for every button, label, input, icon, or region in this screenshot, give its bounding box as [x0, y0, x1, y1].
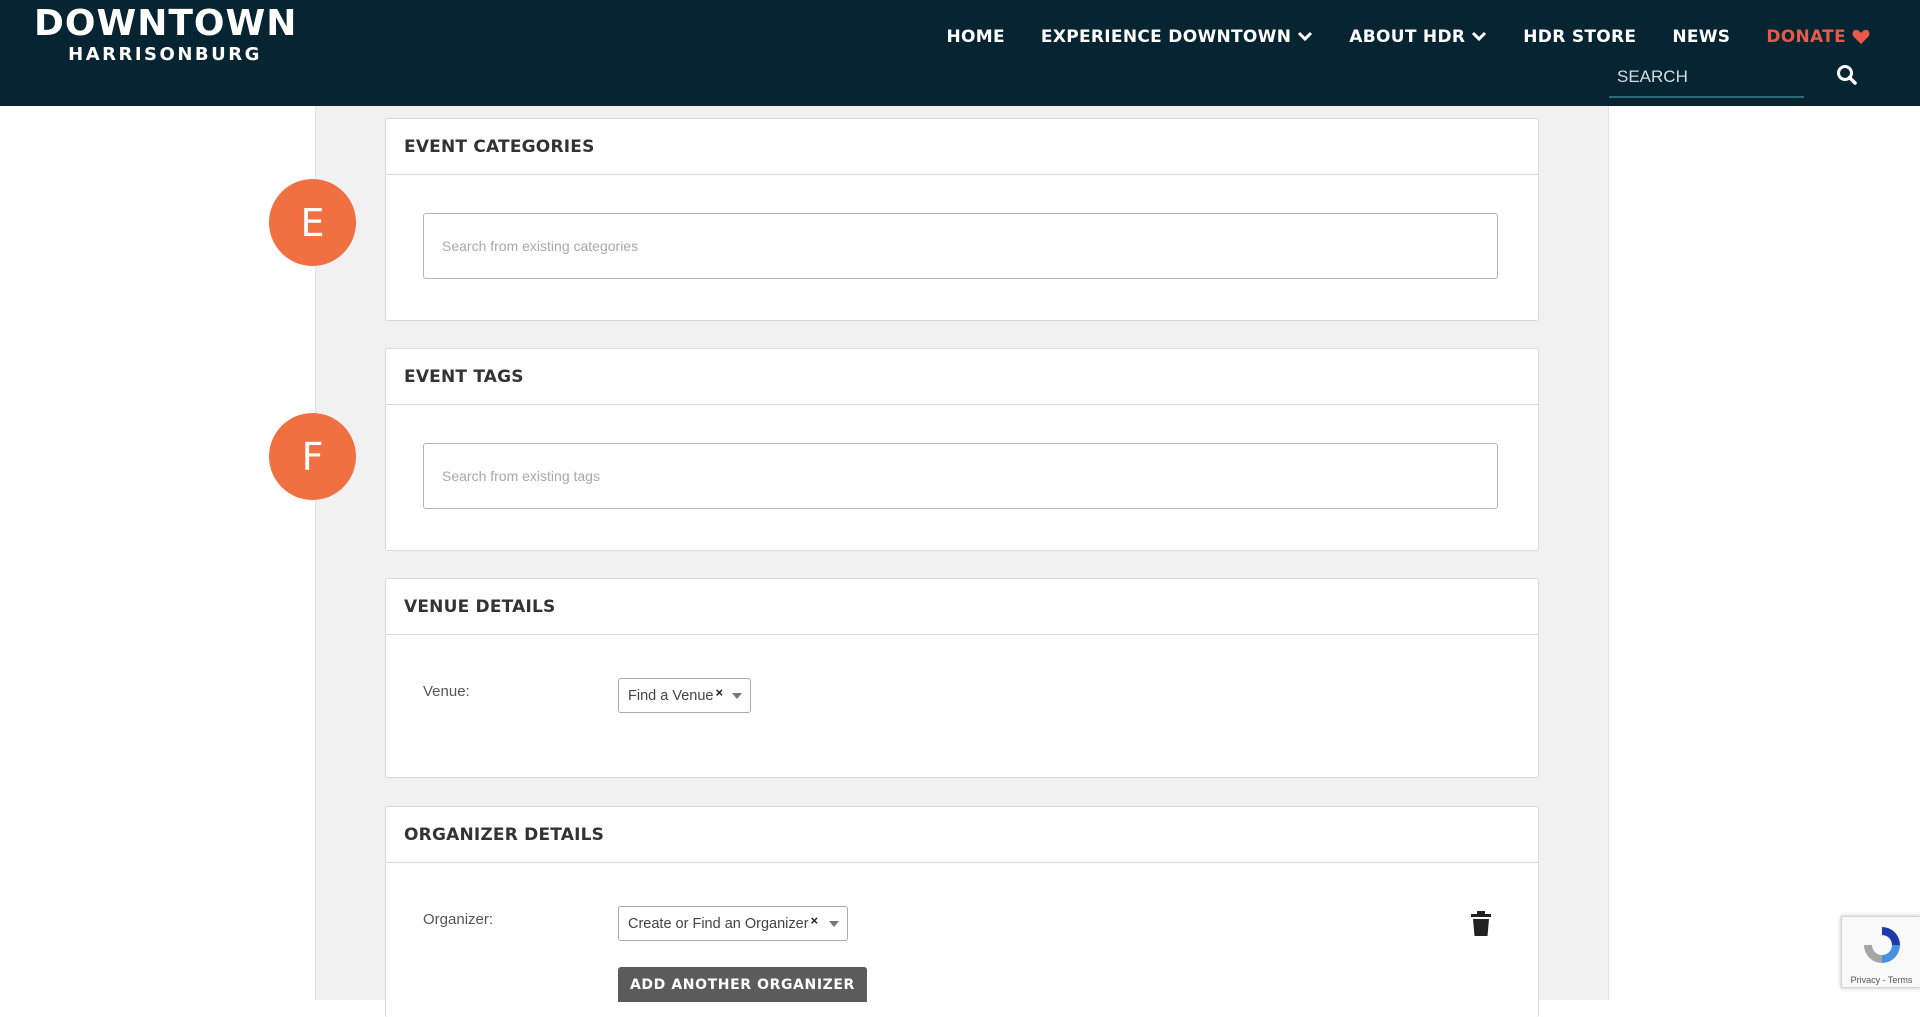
clear-icon[interactable]: × — [811, 913, 819, 928]
nav-home[interactable]: HOME — [947, 27, 1005, 47]
panel-header: EVENT CATEGORIES — [386, 119, 1538, 175]
search-icon[interactable] — [1836, 64, 1858, 86]
nav-about-label: ABOUT HDR — [1349, 27, 1466, 47]
panel-title: VENUE DETAILS — [404, 596, 556, 617]
recaptcha-badge[interactable]: Privacy - Terms — [1841, 916, 1920, 988]
logo-main-text: DOWNTOWN — [34, 3, 298, 44]
venue-label: Venue: — [423, 683, 470, 700]
step-marker-f: F — [269, 413, 356, 500]
event-tags-panel: EVENT TAGS — [385, 348, 1539, 551]
nav-experience-downtown[interactable]: EXPERIENCE DOWNTOWN — [1041, 27, 1313, 47]
heart-icon — [1852, 29, 1870, 44]
panel-header: VENUE DETAILS — [386, 579, 1538, 635]
trash-icon[interactable] — [1470, 911, 1492, 937]
organizer-details-panel: ORGANIZER DETAILS Organizer: Create or F… — [385, 806, 1539, 1017]
main-nav: HOME EXPERIENCE DOWNTOWN ABOUT HDR HDR S… — [911, 22, 1871, 52]
categories-search-input[interactable] — [423, 213, 1498, 279]
nav-about-hdr[interactable]: ABOUT HDR — [1349, 27, 1487, 47]
chevron-down-icon — [1298, 31, 1313, 42]
panel-title: EVENT CATEGORIES — [404, 136, 595, 157]
clear-icon[interactable]: × — [715, 685, 723, 700]
chevron-down-icon — [1472, 31, 1487, 42]
venue-select[interactable]: Find a Venue × — [618, 678, 751, 713]
organizer-select[interactable]: Create or Find an Organizer × — [618, 906, 848, 941]
panel-title: ORGANIZER DETAILS — [404, 824, 605, 845]
dropdown-arrow-icon — [732, 693, 742, 699]
header-search — [1609, 60, 1804, 98]
search-input[interactable] — [1609, 60, 1802, 94]
organizer-select-value: Create or Find an Organizer — [628, 915, 809, 932]
event-categories-panel: EVENT CATEGORIES — [385, 118, 1539, 321]
logo-sub-text: HARRISONBURG — [68, 44, 262, 65]
organizer-label: Organizer: — [423, 911, 494, 928]
nav-news[interactable]: NEWS — [1672, 27, 1730, 47]
nav-experience-label: EXPERIENCE DOWNTOWN — [1040, 27, 1292, 47]
venue-select-value: Find a Venue — [628, 687, 714, 704]
recaptcha-icon — [1864, 927, 1900, 963]
site-header: DOWNTOWN HARRISONBURG HOME EXPERIENCE DO… — [0, 0, 1920, 106]
recaptcha-terms[interactable]: Privacy - Terms — [1842, 975, 1920, 985]
step-marker-e: E — [269, 179, 356, 266]
venue-details-panel: VENUE DETAILS Venue: Find a Venue × — [385, 578, 1539, 778]
panel-header: ORGANIZER DETAILS — [386, 807, 1538, 863]
nav-hdr-store[interactable]: HDR STORE — [1523, 27, 1636, 47]
add-another-organizer-button[interactable]: ADD ANOTHER ORGANIZER — [618, 967, 867, 1002]
panel-title: EVENT TAGS — [404, 366, 524, 387]
dropdown-arrow-icon — [829, 921, 839, 927]
nav-donate[interactable]: DONATE — [1766, 27, 1870, 47]
tags-search-input[interactable] — [423, 443, 1498, 509]
panel-header: EVENT TAGS — [386, 349, 1538, 405]
nav-donate-label: DONATE — [1766, 27, 1846, 47]
site-logo[interactable]: DOWNTOWN HARRISONBURG — [34, 4, 296, 66]
